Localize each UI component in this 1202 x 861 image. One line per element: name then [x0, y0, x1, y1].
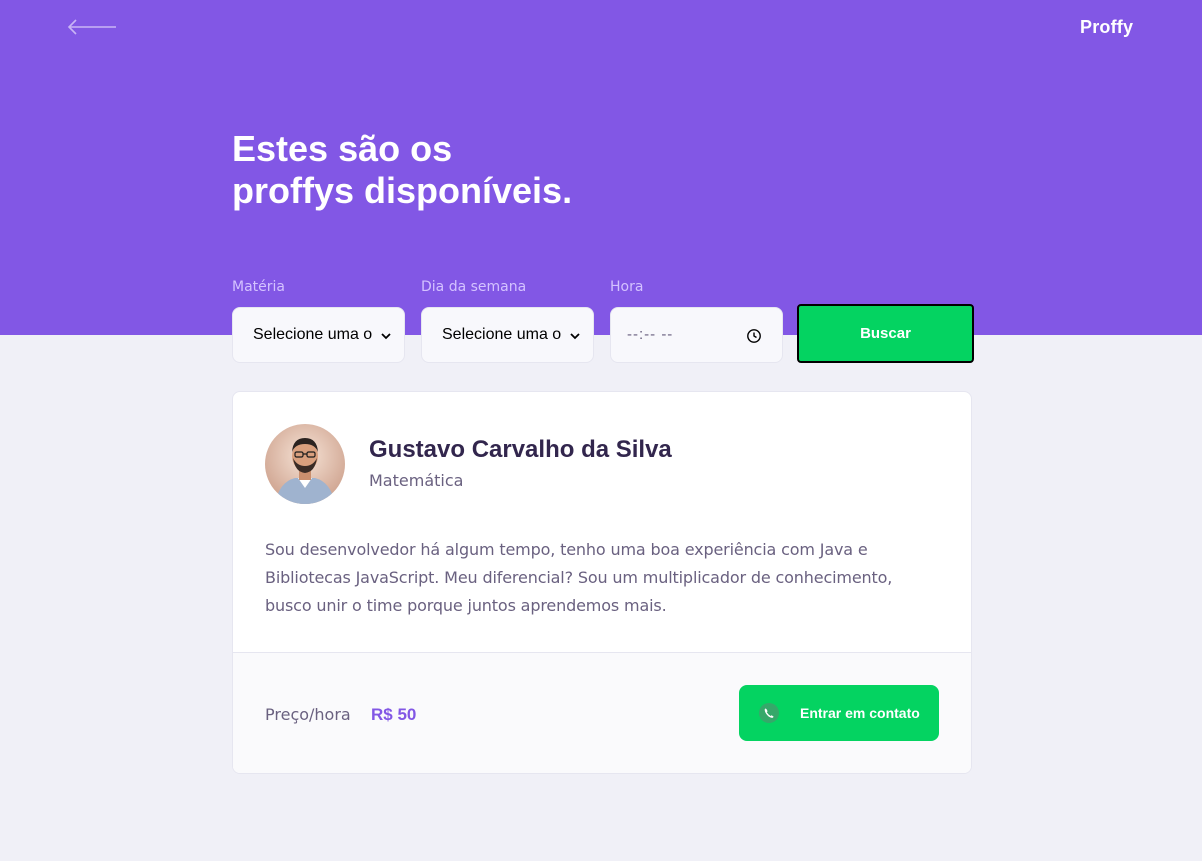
- page-header: Proffy Estes são os proffys disponíveis.: [0, 0, 1202, 335]
- teacher-card: Gustavo Carvalho da Silva Matemática Sou…: [232, 391, 972, 774]
- subject-label: Matéria: [232, 279, 285, 295]
- avatar: [265, 424, 345, 504]
- price-value: R$ 50: [371, 705, 417, 724]
- contact-button-label: Entrar em contato: [800, 705, 920, 721]
- whatsapp-icon: [759, 703, 779, 723]
- subject-select-value: Selecione uma o: [253, 326, 373, 343]
- page-title: Estes são os proffys disponíveis.: [232, 128, 652, 212]
- subject-select[interactable]: Selecione uma o: [232, 307, 405, 363]
- week-day-select-value: Selecione uma o: [442, 326, 562, 343]
- teacher-subject: Matemática: [369, 471, 464, 490]
- clock-icon[interactable]: [746, 328, 762, 344]
- price-label: Preço/hora: [265, 705, 351, 724]
- week-day-label: Dia da semana: [421, 279, 527, 295]
- contact-button[interactable]: Entrar em contato: [739, 685, 939, 741]
- card-footer: Preço/hora R$ 50 Entrar em contato: [233, 652, 971, 773]
- teacher-bio: Sou desenvolvedor há algum tempo, tenho …: [265, 540, 893, 615]
- avatar-image: [265, 424, 345, 504]
- logo: Proffy: [1080, 17, 1134, 37]
- search-button[interactable]: Buscar: [797, 304, 974, 363]
- time-label: Hora: [610, 279, 644, 295]
- page-title-line-2: proffys disponíveis.: [232, 170, 573, 211]
- page-title-line-1: Estes são os: [232, 128, 453, 169]
- time-input-value: --:-- --: [627, 326, 674, 343]
- chevron-down-icon: [570, 333, 580, 340]
- arrow-left-icon: [67, 19, 116, 35]
- time-input[interactable]: --:-- --: [610, 307, 783, 363]
- teacher-name: Gustavo Carvalho da Silva: [369, 436, 672, 463]
- back-link[interactable]: [66, 16, 120, 38]
- chevron-down-icon: [381, 333, 391, 340]
- week-day-select[interactable]: Selecione uma o: [421, 307, 594, 363]
